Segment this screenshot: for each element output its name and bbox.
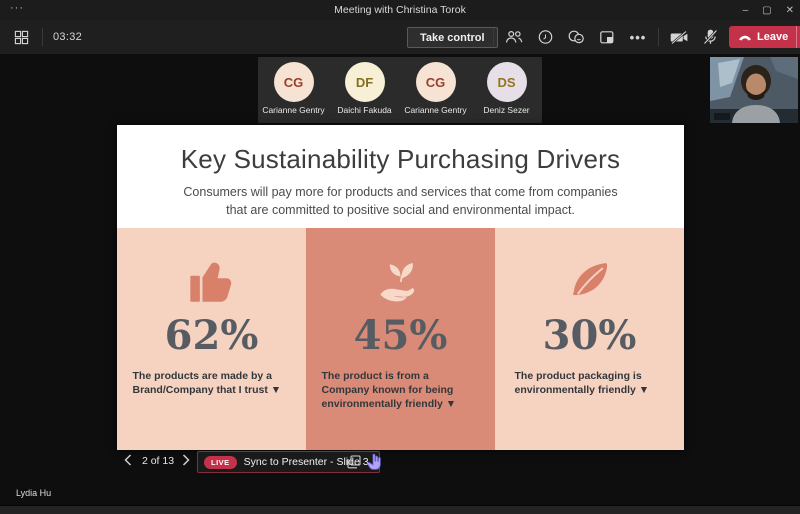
toolbar-divider [658,28,659,46]
minimize-button[interactable]: – [743,5,749,16]
toolbar-icons: ••• ↑ [493,20,752,54]
driver-text: The products are made by a Brand/Company… [132,370,282,397]
participant-name: Carianne Gentry [262,105,325,115]
driver-text: The product packaging is environmentally… [514,370,650,397]
slide-subtitle: Consumers will pay more for products and… [183,185,618,218]
leaf-icon [495,252,684,310]
presenter-name: Lydia Hu [16,488,52,498]
participant-tile[interactable]: DF Daichi Fakuda [329,57,400,123]
leave-button[interactable]: Leave [729,26,796,48]
teams-meeting-window: ··· Meeting with Christina Torok – ▢ ✕ 0… [0,0,800,514]
leave-label: Leave [757,31,789,43]
chevron-left-icon [124,454,132,466]
next-slide-button[interactable] [178,452,194,468]
participant-name: Daichi Fakuda [337,105,392,115]
meeting-stage: CG Carianne Gentry DF Daichi Fakuda CG C… [0,54,800,505]
participant-tile[interactable]: CG Carianne Gentry [400,57,471,123]
self-video-image [710,57,798,123]
copy-icon [347,455,361,469]
participant-strip: CG Carianne Gentry DF Daichi Fakuda CG C… [258,57,542,123]
driver-column-packaging: 30% The product packaging is environment… [495,228,684,450]
driver-text: The product is from a Company known for … [321,370,457,411]
gallery-view-icon[interactable] [10,26,32,48]
mic-off-icon[interactable] [699,26,721,48]
chat-icon[interactable] [534,26,556,48]
hand-seedling-icon [306,252,495,310]
meeting-timer: 03:32 [53,31,83,43]
participant-name: Carianne Gentry [404,105,467,115]
slide-page-indicator: 2 of 13 [141,455,175,467]
maximize-button[interactable]: ▢ [762,5,771,16]
previous-slide-button[interactable] [120,452,136,468]
avatar: DS [486,62,527,102]
participant-tile[interactable]: CG Carianne Gentry [258,57,329,123]
people-icon[interactable] [503,26,525,48]
camera-off-icon[interactable] [668,26,690,48]
avatar: DF [344,62,385,102]
window-titlebar: ··· Meeting with Christina Torok – ▢ ✕ [0,0,800,20]
close-button[interactable]: ✕ [786,5,794,16]
take-control-button[interactable]: Take control [407,27,498,48]
leave-button-group: Leave [729,26,800,48]
driver-column-trust: 62% The products are made by a Brand/Com… [117,228,306,450]
live-badge: LIVE [204,455,237,469]
slide-title: Key Sustainability Purchasing Drivers [180,144,621,174]
self-video-thumbnail[interactable] [710,57,798,123]
participant-name: Deniz Sezer [483,105,530,115]
avatar: CG [273,62,314,102]
more-icon[interactable]: ••• [627,26,649,48]
shared-slide: Key Sustainability Purchasing Drivers Co… [117,125,684,450]
breakout-rooms-icon[interactable] [596,26,618,48]
window-controls: – ▢ ✕ [743,0,794,20]
mouse-cursor-hand-icon [367,453,383,476]
reactions-icon[interactable] [565,26,587,48]
toolbar-left: 03:32 [10,20,82,54]
driver-column-company: 45% The product is from a Company known … [306,228,495,450]
driver-percent: 30% [542,312,637,359]
avatar: CG [415,62,456,102]
driver-percent: 62% [164,312,259,359]
bottom-strip [0,505,800,514]
toolbar-divider [42,28,43,46]
slide-columns: 62% The products are made by a Brand/Com… [117,228,684,450]
window-title: Meeting with Christina Torok [334,4,466,16]
toolbar-divider [493,28,494,46]
meeting-toolbar: 03:32 Take control ••• Leave [0,20,800,54]
pop-out-button[interactable] [345,453,363,471]
participant-tile[interactable]: DS Deniz Sezer [471,57,542,123]
driver-percent: 45% [353,312,448,359]
phone-icon [739,35,751,41]
thumbs-up-icon [117,252,306,310]
chevron-right-icon [182,454,190,466]
